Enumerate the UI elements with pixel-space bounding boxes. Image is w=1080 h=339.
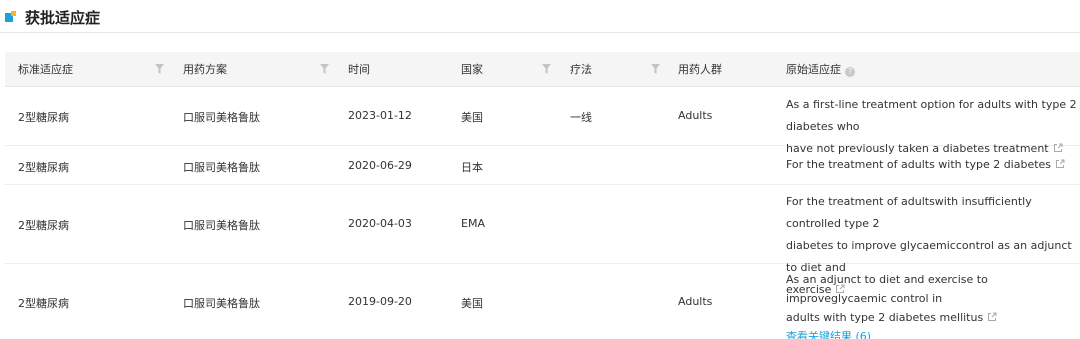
section-marker-icon	[5, 11, 16, 22]
column-header-population[interactable]: 用药人群	[678, 52, 722, 87]
cell-indication: 2型糖尿病	[18, 297, 69, 310]
filter-icon[interactable]	[155, 64, 164, 74]
column-header-date[interactable]: 时间	[348, 52, 370, 87]
cell-country: 日本	[461, 161, 483, 174]
cell-indication: 2型糖尿病	[18, 161, 69, 174]
table-header: 标准适应症 用药方案 时间 国家 疗法 用药人群 原始适应症?	[5, 52, 1080, 87]
filter-icon[interactable]	[542, 64, 551, 74]
section-title: 获批适应症	[25, 9, 101, 27]
table-row: 2型糖尿病 口服司美格鲁肽 2019-09-20 美国 Adults As an…	[5, 264, 1080, 339]
cell-original-indication: As an adjunct to diet and exercise to im…	[786, 270, 1078, 339]
column-header-indication[interactable]: 标准适应症	[18, 52, 73, 87]
cell-regimen: 口服司美格鲁肽	[183, 297, 260, 310]
cell-regimen: 口服司美格鲁肽	[183, 161, 260, 174]
view-key-results-link[interactable]: 查看关键结果 (6)	[786, 327, 1078, 339]
column-header-therapy[interactable]: 疗法	[570, 52, 592, 87]
column-header-original[interactable]: 原始适应症?	[786, 52, 855, 87]
cell-therapy: 一线	[570, 111, 592, 124]
cell-indication: 2型糖尿病	[18, 111, 69, 124]
table-row: 2型糖尿病 口服司美格鲁肽 2020-04-03 EMA For the tre…	[5, 185, 1080, 296]
section-header: 获批适应症	[0, 0, 1080, 33]
cell-indication: 2型糖尿病	[18, 219, 69, 232]
cell-regimen: 口服司美格鲁肽	[183, 111, 260, 124]
external-link-icon[interactable]	[1055, 159, 1065, 169]
help-icon[interactable]: ?	[845, 67, 855, 77]
column-header-country[interactable]: 国家	[461, 52, 483, 87]
cell-original-indication: For the treatment of adults with type 2 …	[786, 154, 1078, 176]
cell-population: Adults	[678, 109, 713, 122]
cell-date: 2020-06-29	[348, 159, 412, 172]
cell-country: 美国	[461, 111, 483, 124]
filter-icon[interactable]	[320, 64, 329, 74]
cell-date: 2019-09-20	[348, 295, 412, 308]
table-row: 2型糖尿病 口服司美格鲁肽 2023-01-12 美国 一线 Adults As…	[5, 87, 1080, 155]
filter-icon[interactable]	[651, 64, 660, 74]
cell-date: 2020-04-03	[348, 217, 412, 230]
cell-country: 美国	[461, 297, 483, 310]
cell-country: EMA	[461, 217, 485, 230]
column-header-regimen[interactable]: 用药方案	[183, 52, 227, 87]
cell-population: Adults	[678, 295, 713, 308]
cell-date: 2023-01-12	[348, 109, 412, 122]
cell-regimen: 口服司美格鲁肽	[183, 219, 260, 232]
external-link-icon[interactable]	[987, 312, 997, 322]
table-row: 2型糖尿病 口服司美格鲁肽 2020-06-29 日本 For the trea…	[5, 146, 1080, 185]
indications-table: 标准适应症 用药方案 时间 国家 疗法 用药人群 原始适应症? 2型糖尿病 口服…	[5, 52, 1080, 339]
